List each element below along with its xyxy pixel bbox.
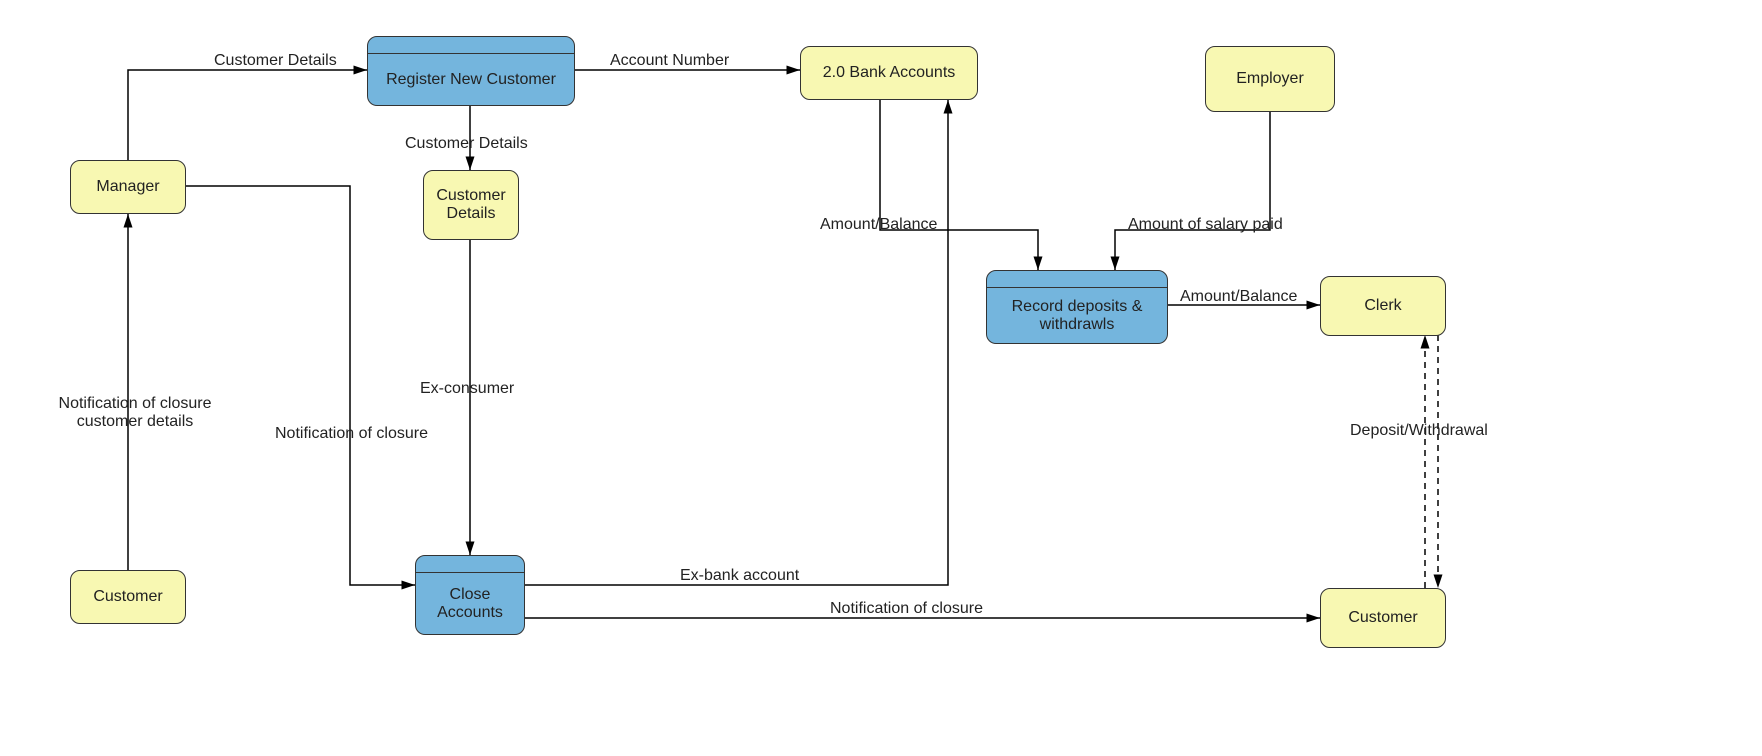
process-header	[986, 270, 1168, 288]
edge-label-deposit-withdrawal: Deposit/Withdrawal	[1350, 422, 1488, 440]
edge-label-salary-paid: Amount of salary paid	[1128, 216, 1283, 234]
connectors	[0, 0, 1762, 756]
datastore-bank-accounts: 2.0 Bank Accounts	[800, 46, 978, 100]
dfd-canvas: Manager Customer Register New Customer C…	[0, 0, 1762, 756]
process-header	[367, 36, 575, 54]
entity-employer-label: Employer	[1236, 70, 1304, 88]
edge-label-notification-closure-2: Notification of closure	[830, 600, 983, 618]
edge-label-notif-closure-details: Notification of closure customer details	[50, 395, 220, 431]
edge-label-ex-consumer: Ex-consumer	[420, 380, 514, 398]
datastore-bank-accounts-label: 2.0 Bank Accounts	[823, 64, 956, 82]
edge-label-notification-closure-1: Notification of closure	[275, 425, 428, 443]
process-close-accounts: Close Accounts	[415, 555, 525, 635]
entity-clerk-label: Clerk	[1364, 297, 1401, 315]
process-close-body: Close Accounts	[415, 573, 525, 635]
edge-label-customer-details-2: Customer Details	[405, 135, 528, 153]
process-register-label: Register New Customer	[386, 71, 556, 89]
entity-customer-right-label: Customer	[1348, 609, 1417, 627]
edge-label-amount-balance-2: Amount/Balance	[1180, 288, 1297, 306]
entity-clerk: Clerk	[1320, 276, 1446, 336]
process-record-body: Record deposits & withdrawls	[986, 288, 1168, 344]
datastore-customer-details: Customer Details	[423, 170, 519, 240]
process-register-body: Register New Customer	[367, 54, 575, 106]
entity-employer: Employer	[1205, 46, 1335, 112]
edge-label-ex-bank-account: Ex-bank account	[680, 567, 799, 585]
datastore-customer-details-label: Customer Details	[436, 187, 505, 223]
edge-label-customer-details-1: Customer Details	[214, 52, 337, 70]
process-record-deposits: Record deposits & withdrawls	[986, 270, 1168, 344]
process-close-label: Close Accounts	[437, 586, 503, 622]
entity-manager: Manager	[70, 160, 186, 214]
entity-customer-left: Customer	[70, 570, 186, 624]
process-record-label: Record deposits & withdrawls	[1012, 298, 1143, 334]
process-header	[415, 555, 525, 573]
edge-label-account-number: Account Number	[610, 52, 729, 70]
edge-label-amount-balance-1: Amount/Balance	[820, 216, 937, 234]
entity-manager-label: Manager	[96, 178, 159, 196]
entity-customer-right: Customer	[1320, 588, 1446, 648]
entity-customer-left-label: Customer	[93, 588, 162, 606]
process-register-new-customer: Register New Customer	[367, 36, 575, 106]
